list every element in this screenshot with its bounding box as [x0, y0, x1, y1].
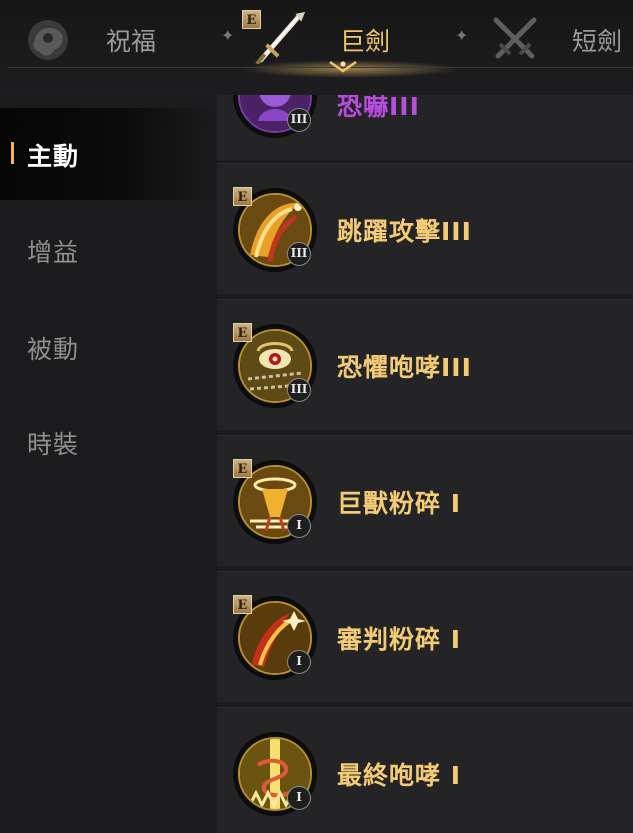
category-label: 被動: [27, 335, 80, 364]
skill-icon-frame: III: [233, 95, 317, 138]
tier-e-badge: E: [233, 187, 252, 206]
skill-row[interactable]: III 恐嚇III: [217, 95, 633, 160]
weapon-tab-bar: 祝福 ✦ E 巨劍 ✦ 短劍: [0, 0, 633, 95]
active-tab-indicator-icon: [329, 60, 357, 73]
tab-greatsword[interactable]: E 巨劍: [240, 0, 440, 73]
skill-row[interactable]: III E 跳躍攻擊III: [217, 163, 633, 294]
category-label: 主動: [27, 142, 80, 171]
skill-name: 跳躍攻擊III: [337, 217, 472, 246]
tab-blessing[interactable]: 祝福: [22, 0, 172, 68]
greatsword-icon: [255, 11, 306, 64]
skill-rank-badge: III: [287, 378, 311, 402]
skill-row[interactable]: I E 巨獸粉碎 I: [217, 435, 633, 566]
category-label: 增益: [27, 238, 80, 267]
skill-rank-badge: I: [287, 786, 311, 810]
category-label: 時裝: [27, 430, 80, 459]
category-costume[interactable]: 時裝: [0, 395, 217, 487]
skill-list[interactable]: III 恐嚇III III E 跳躍攻擊III III E 恐懼咆哮III I …: [217, 95, 633, 833]
skill-row[interactable]: I E 審判粉碎 I: [217, 571, 633, 702]
tab-dagger[interactable]: 短劍: [488, 0, 633, 68]
skill-name: 最終咆哮 I: [337, 761, 462, 790]
sparkle-icon: ✦: [221, 26, 235, 45]
skill-rank-badge: I: [287, 650, 311, 674]
category-active[interactable]: 主動: [0, 108, 217, 200]
sparkle-icon: ✦: [455, 26, 469, 45]
skill-rank-badge: I: [287, 514, 311, 538]
tab-greatsword-label: 巨劍: [340, 27, 391, 56]
crossed-daggers-icon: [493, 17, 537, 59]
skill-row[interactable]: III E 恐懼咆哮III: [217, 299, 633, 430]
skill-category-nav: 主動 增益 被動 時裝: [0, 95, 217, 833]
tier-e-badge: E: [233, 323, 252, 342]
skill-name: 巨獸粉碎 I: [337, 489, 462, 518]
category-buff[interactable]: 增益: [0, 203, 217, 295]
tier-e-badge: E: [233, 595, 252, 614]
skill-name: 恐嚇III: [337, 95, 420, 121]
tab-blessing-label: 祝福: [106, 27, 157, 56]
skill-name: 審判粉碎 I: [337, 625, 462, 654]
skill-name: 恐懼咆哮III: [337, 353, 472, 382]
skill-rank-badge: III: [287, 242, 311, 266]
skill-rank-badge: III: [287, 108, 311, 132]
skill-icon-frame: I: [233, 732, 317, 816]
blessing-icon: [28, 20, 68, 60]
tier-e-badge: E: [233, 459, 252, 478]
tab-dagger-label: 短劍: [572, 27, 623, 56]
skill-row[interactable]: I 最終咆哮 I: [217, 707, 633, 833]
active-indicator: [11, 142, 14, 164]
category-passive[interactable]: 被動: [0, 300, 217, 392]
